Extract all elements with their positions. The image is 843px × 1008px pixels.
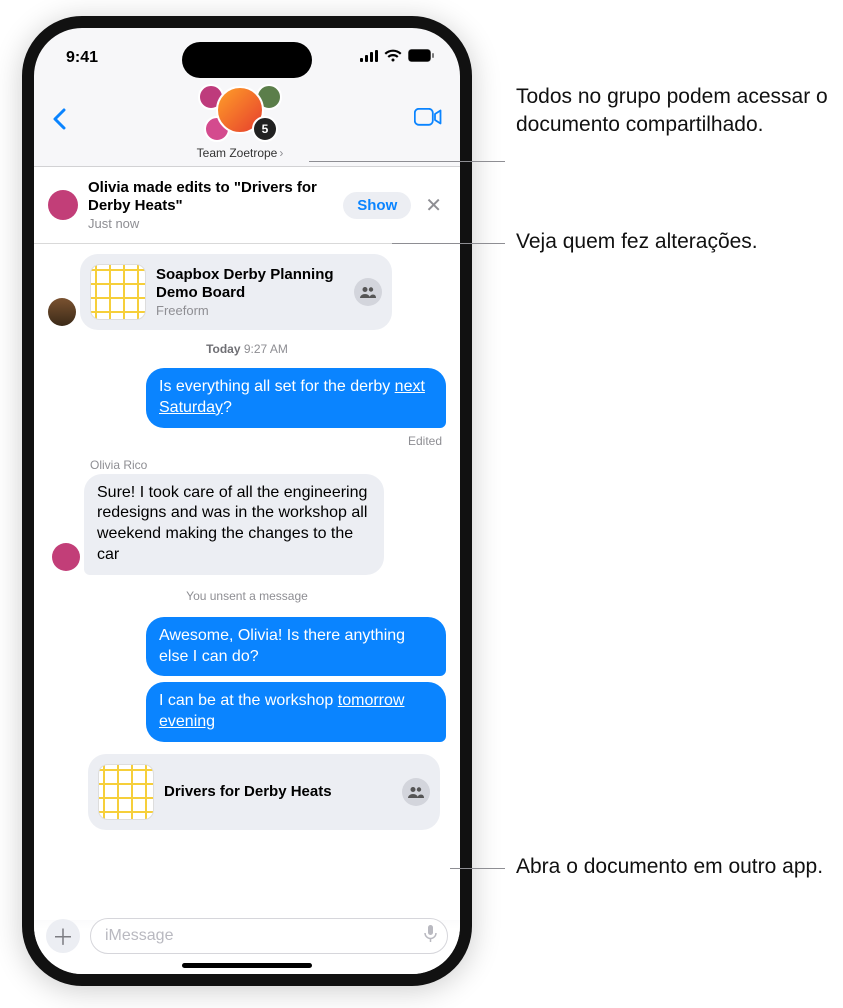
battery-icon	[408, 49, 434, 67]
edited-label: Edited	[44, 434, 442, 448]
collaboration-banner: Olivia made edits to "Drivers for Derby …	[34, 167, 460, 244]
callout-leader-line	[450, 868, 505, 869]
group-avatars: 5	[192, 84, 288, 142]
banner-timestamp: Just now	[88, 216, 333, 231]
editor-avatar	[48, 190, 78, 220]
status-time: 9:41	[66, 49, 98, 67]
wifi-icon	[384, 49, 402, 67]
home-indicator[interactable]	[182, 963, 312, 968]
callout-leader-line	[392, 243, 505, 244]
banner-title: Olivia made edits to "Drivers for Derby …	[88, 179, 333, 215]
dictation-icon[interactable]	[424, 925, 437, 948]
document-title: Soapbox Derby Planning Demo Board	[156, 266, 344, 301]
cellular-icon	[360, 49, 378, 67]
group-name-label: Team Zoetrope	[197, 146, 278, 160]
chevron-right-icon: ›	[279, 146, 283, 160]
callout-text: Abra o documento em outro app.	[516, 853, 836, 881]
conversation-header: 5 Team Zoetrope ›	[34, 76, 460, 167]
callout-text: Veja quem fez alterações.	[516, 228, 836, 256]
group-title-button[interactable]: 5 Team Zoetrope ›	[192, 84, 288, 160]
participant-count-badge: 5	[252, 116, 278, 142]
sent-message[interactable]: I can be at the workshop tomorrow evenin…	[146, 682, 446, 742]
sent-message[interactable]: Awesome, Olivia! Is there anything else …	[146, 617, 446, 677]
callout-leader-line	[309, 161, 505, 162]
message-input[interactable]: iMessage	[90, 918, 448, 954]
conversation-scroll[interactable]: Soapbox Derby Planning Demo Board Freefo…	[34, 244, 460, 920]
collaborators-icon[interactable]	[402, 778, 430, 806]
shared-document-card[interactable]: Soapbox Derby Planning Demo Board Freefo…	[80, 254, 392, 330]
shared-document-card[interactable]: Drivers for Derby Heats	[88, 754, 440, 830]
sender-avatar	[52, 543, 80, 571]
close-icon[interactable]: ✕	[421, 193, 446, 218]
facetime-button[interactable]	[414, 84, 442, 132]
system-message: You unsent a message	[44, 589, 450, 603]
add-attachment-button[interactable]: ＋	[46, 919, 80, 953]
document-thumbnail	[90, 264, 146, 320]
callout-text: Todos no grupo podem acessar o documento…	[516, 83, 836, 140]
back-button[interactable]	[52, 84, 66, 137]
timestamp-separator: Today 9:27 AM	[44, 342, 450, 356]
input-placeholder: iMessage	[105, 927, 424, 945]
document-title: Drivers for Derby Heats	[164, 783, 392, 800]
sender-name-label: Olivia Rico	[90, 458, 450, 472]
sent-message[interactable]: Is everything all set for the derby next…	[146, 368, 446, 428]
collaborators-icon[interactable]	[354, 278, 382, 306]
document-thumbnail	[98, 764, 154, 820]
show-button[interactable]: Show	[343, 192, 411, 219]
document-app-label: Freeform	[156, 303, 344, 318]
received-message[interactable]: Sure! I took care of all the engineering…	[84, 474, 384, 575]
sender-avatar	[48, 298, 76, 326]
dynamic-island	[182, 42, 312, 78]
